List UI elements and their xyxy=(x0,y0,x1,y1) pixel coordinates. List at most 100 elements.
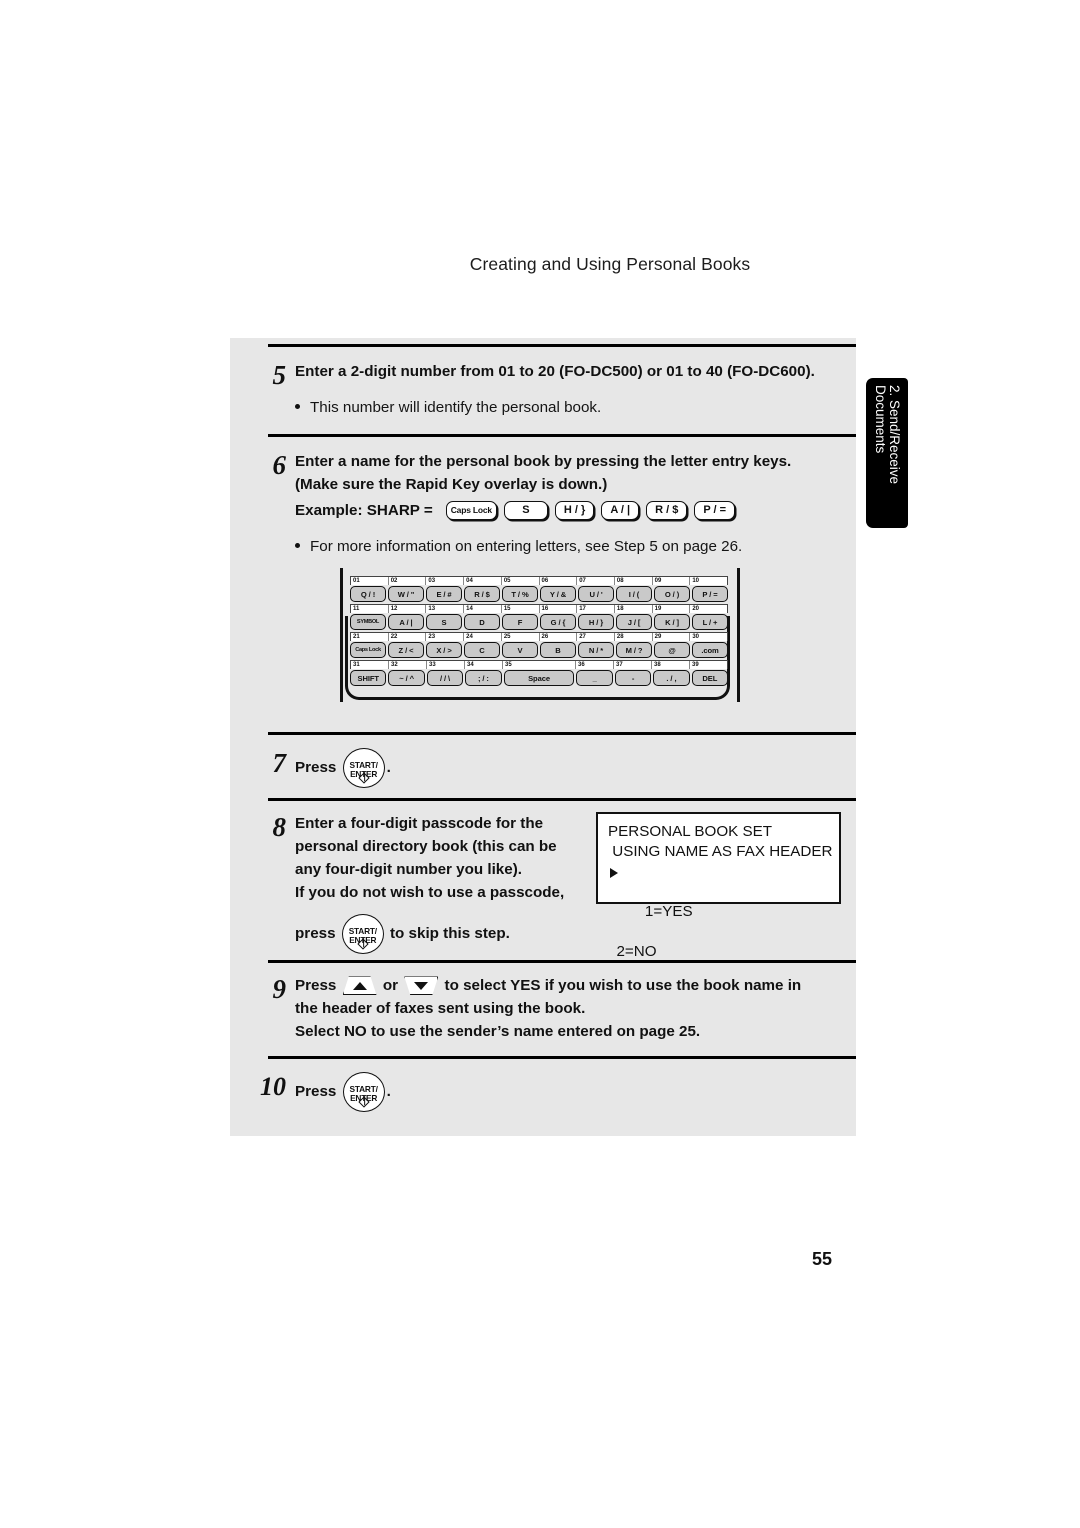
overlay-key[interactable]: E / # xyxy=(426,586,462,602)
overlay-key-number: 14 xyxy=(464,605,502,613)
overlay-key-number: 38 xyxy=(652,661,690,669)
lcd-line-3-text: 1=YES xyxy=(644,903,693,920)
lcd-line-1: PERSONAL BOOK SET xyxy=(608,823,773,840)
start-enter-key[interactable]: START/ ENTER xyxy=(341,914,384,954)
overlay-key-number: 03 xyxy=(426,577,465,585)
overlay-key[interactable]: . / , xyxy=(653,670,690,686)
step-5-bullet: This number will identify the personal b… xyxy=(295,397,856,419)
overlay-key[interactable]: U / ' xyxy=(578,586,614,602)
overlay-key[interactable]: SHIFT xyxy=(350,670,387,686)
overlay-key-number: 29 xyxy=(653,633,691,641)
example-key-p[interactable]: P / = xyxy=(694,501,736,520)
step-7-period: . xyxy=(386,759,391,777)
example-key-r[interactable]: R / $ xyxy=(646,501,688,520)
overlay-key[interactable]: L / + xyxy=(692,614,728,630)
overlay-key[interactable]: DEL xyxy=(691,670,729,686)
overlay-key[interactable]: N / * xyxy=(578,642,614,658)
lcd-line-3: 1=YES xyxy=(608,862,839,942)
overlay-key-grid: 01 02 03 04 05 06 07 08 09 10 Q / ! W / " E / # R / $… xyxy=(350,576,729,688)
overlay-key[interactable]: F xyxy=(502,614,538,630)
overlay-key-number: 27 xyxy=(577,633,615,641)
procedure-panel: 5 Enter a 2-digit number from 01 to 20 (… xyxy=(230,338,856,1136)
overlay-key[interactable]: - xyxy=(614,670,652,686)
example-key-sequence: Example: SHARP = Caps Lock S H / } A / |… xyxy=(295,499,856,522)
overlay-key[interactable]: J / [ xyxy=(616,614,652,630)
overlay-key[interactable]: H / } xyxy=(578,614,614,630)
running-head-text: Creating and Using Personal Books xyxy=(469,254,751,274)
start-enter-key[interactable]: START/ ENTER xyxy=(342,748,385,788)
step-9-line1-tail: to select YES if you wish to use the boo… xyxy=(444,977,802,994)
step-9-line2: the header of faxes sent using the book. xyxy=(295,1000,586,1017)
overlay-key[interactable]: O / ) xyxy=(654,586,690,602)
overlay-key[interactable]: S xyxy=(426,614,462,630)
arrow-down-icon xyxy=(414,981,429,990)
overlay-key[interactable]: Y / & xyxy=(540,586,576,602)
overlay-key-number: 06 xyxy=(540,577,578,585)
overlay-frame-left xyxy=(340,568,343,702)
overlay-key-number: 28 xyxy=(615,633,653,641)
divider-rule-step6-7 xyxy=(268,732,856,735)
overlay-key[interactable]: C xyxy=(464,642,500,658)
lcd-line-2: USING NAME AS FAX HEADER xyxy=(608,843,833,860)
overlay-key[interactable]: G / { xyxy=(540,614,576,630)
step-8-line3: any four-digit number you like). xyxy=(295,861,522,878)
overlay-key[interactable]: ~ / ^ xyxy=(388,670,425,686)
bullet-dot-icon xyxy=(295,404,300,409)
overlay-key[interactable]: X / > xyxy=(426,642,462,658)
overlay-key[interactable]: @ xyxy=(654,642,690,658)
example-key-a[interactable]: A / | xyxy=(601,501,640,520)
step-7-text: Press START/ ENTER . xyxy=(295,748,856,788)
overlay-key-number: 22 xyxy=(389,633,427,641)
arrow-down-key[interactable] xyxy=(404,976,439,996)
step-7-press-label: Press xyxy=(295,759,337,777)
overlay-key[interactable]: W / " xyxy=(388,586,424,602)
step-9-or-label: or xyxy=(382,977,399,994)
step-5: 5 Enter a 2-digit number from 01 to 20 (… xyxy=(244,360,856,419)
overlay-key[interactable]: A / | xyxy=(388,614,424,630)
overlay-key[interactable]: SYMBOL xyxy=(350,614,386,630)
step-9-text: Press or to select YES if you wish to us… xyxy=(295,974,856,1043)
step-8-text: Enter a four-digit passcode for the pers… xyxy=(295,812,647,954)
overlay-key-number: 18 xyxy=(615,605,653,613)
overlay-key[interactable]: T / % xyxy=(502,586,538,602)
overlay-key[interactable]: Z / < xyxy=(388,642,424,658)
overlay-key-number: 13 xyxy=(426,605,465,613)
step-6-bullet: For more information on entering letters… xyxy=(295,536,856,558)
step-7-number: 7 xyxy=(272,748,287,778)
overlay-key[interactable]: _ xyxy=(576,670,613,686)
overlay-key[interactable]: D xyxy=(464,614,500,630)
overlay-key-number: 02 xyxy=(389,577,427,585)
running-head: Creating and Using Personal Books xyxy=(0,254,1080,275)
overlay-key[interactable]: I / ( xyxy=(616,586,652,602)
overlay-key[interactable]: ; / : xyxy=(465,670,502,686)
overlay-key-row: SHIFT ~ / ^ / / \; / : Space _ -. / , DEL xyxy=(350,670,729,686)
step-6: 6 Enter a name for the personal book by … xyxy=(244,450,856,558)
divider-rule-step7-8 xyxy=(268,798,856,801)
example-key-s[interactable]: S xyxy=(503,501,548,520)
overlay-key[interactable]: / / \ xyxy=(426,670,464,686)
example-key-h[interactable]: H / } xyxy=(554,501,595,520)
selection-caret-icon xyxy=(610,868,618,878)
step-9-line3: Select NO to use the sender’s name enter… xyxy=(295,1023,701,1040)
rapid-key-overlay-diagram: 01 02 03 04 05 06 07 08 09 10 Q / ! W / " E / # R / $… xyxy=(340,568,740,702)
overlay-key[interactable]: .com xyxy=(692,642,728,658)
overlay-key-number: 19 xyxy=(653,605,691,613)
overlay-key[interactable]: Q / ! xyxy=(350,586,386,602)
example-key-caps-lock[interactable]: Caps Lock xyxy=(445,501,497,520)
step-9-line1: Press or to select YES if you wish to us… xyxy=(295,974,856,997)
start-enter-key[interactable]: START/ ENTER xyxy=(342,1072,385,1112)
overlay-key[interactable]: B xyxy=(540,642,576,658)
overlay-key[interactable]: Caps Lock xyxy=(350,642,386,658)
overlay-key[interactable]: M / ? xyxy=(616,642,652,658)
overlay-key[interactable]: P / = xyxy=(692,586,728,602)
arrow-up-key[interactable] xyxy=(342,976,377,996)
overlay-key-number: 37 xyxy=(614,661,652,669)
overlay-key[interactable]: R / $ xyxy=(464,586,500,602)
overlay-key[interactable]: V xyxy=(502,642,538,658)
overlay-key-number: 11 xyxy=(351,605,389,613)
overlay-key[interactable]: K / ] xyxy=(654,614,690,630)
step-8-line1: Enter a four-digit passcode for the xyxy=(295,815,544,832)
chapter-tab-line2: Documents xyxy=(873,385,888,454)
lcd-line-4: 2=NO xyxy=(608,943,657,960)
overlay-key[interactable]: Space xyxy=(503,670,575,686)
